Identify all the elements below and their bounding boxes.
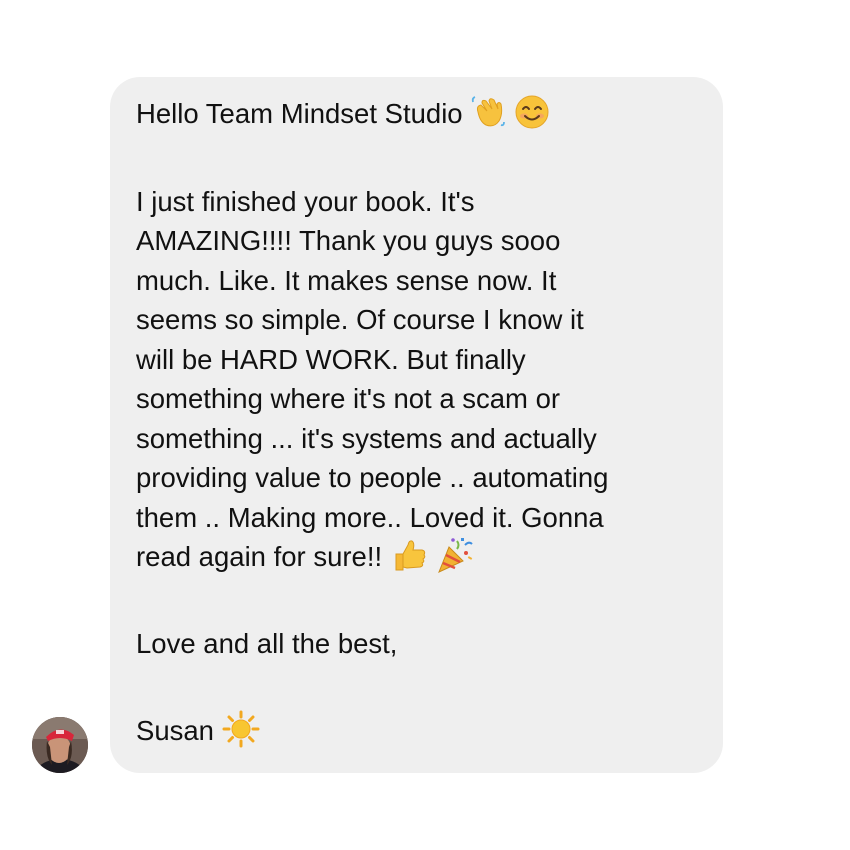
body-last-line: read again for sure!! — [136, 537, 695, 577]
body-line: providing value to people .. automating — [136, 462, 609, 493]
party-popper-icon — [435, 535, 475, 575]
thumbs-up-icon — [390, 537, 428, 573]
body-line: AMAZING!!!! Thank you guys sooo — [136, 225, 561, 256]
body-line: read again for sure!! — [136, 541, 383, 572]
body-line: them .. Making more.. Loved it. Gonna — [136, 501, 604, 533]
body-line: seems so simple. Of course I know it — [136, 304, 584, 335]
body-line: I just finished your book. It's — [136, 185, 475, 217]
sun-icon — [222, 710, 260, 748]
greeting-text: Hello Team Mindset Studio — [136, 98, 463, 129]
message-body: I just finished your book. It's AMAZING!… — [136, 182, 695, 577]
signature-line: Susan — [136, 710, 695, 751]
body-line: something where it's not a scam or — [136, 383, 561, 414]
body-line: something ... it's systems and actually — [136, 422, 597, 454]
waving-hand-icon — [470, 94, 506, 130]
closing-line: Love and all the best, — [136, 627, 398, 659]
smiling-face-icon — [514, 94, 550, 130]
sender-avatar[interactable] — [32, 717, 88, 773]
greeting-line: Hello Team Mindset Studio — [136, 94, 695, 134]
signature-name: Susan — [136, 715, 214, 746]
message-bubble: Hello Team Mindset Studio I just finishe… — [110, 77, 723, 773]
body-line: will be HARD WORK. But finally — [136, 343, 526, 375]
body-line: much. Like. It makes sense now. It — [136, 264, 557, 296]
avatar-photo — [32, 717, 88, 773]
